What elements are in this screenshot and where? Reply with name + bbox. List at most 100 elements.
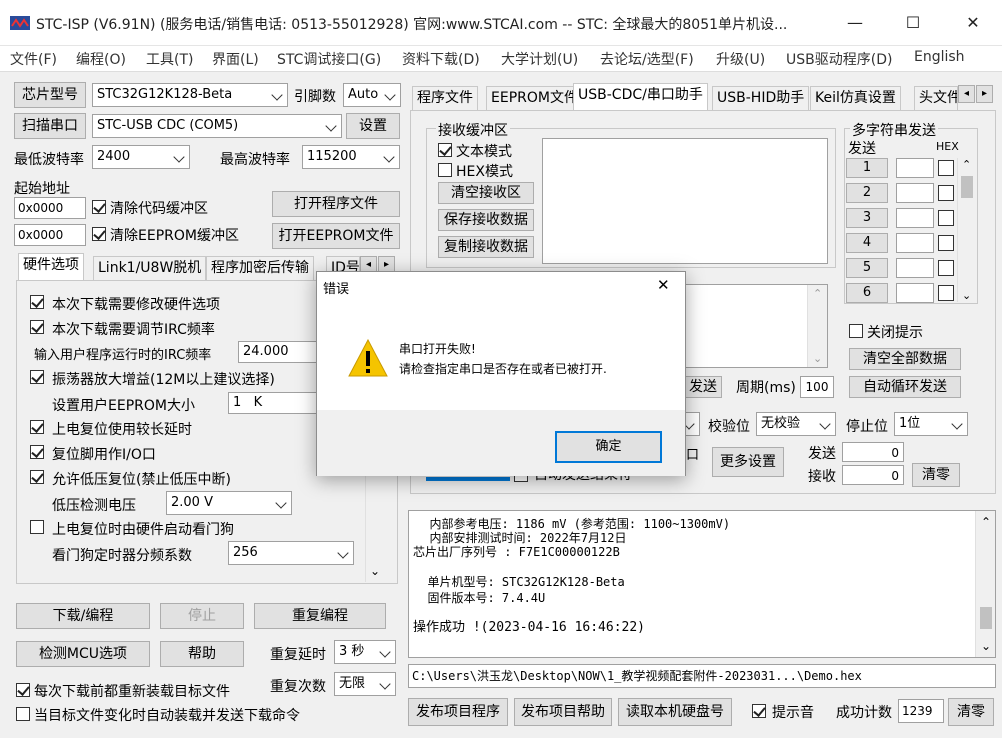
- menu-file[interactable]: 文件(F): [10, 49, 57, 69]
- code-address-input[interactable]: 0x0000: [14, 197, 86, 219]
- receive-textarea[interactable]: [542, 138, 828, 264]
- multi-hex-checkbox[interactable]: [938, 210, 954, 226]
- tab-eeprom-file[interactable]: EEPROM文件: [486, 86, 583, 110]
- multi-send-input[interactable]: [896, 208, 934, 228]
- menu-forum[interactable]: 去论坛/选型(F): [600, 49, 694, 69]
- multi-hex-checkbox[interactable]: [938, 285, 954, 301]
- scroll-down-icon[interactable]: ⌄: [962, 289, 971, 302]
- publish-program-button[interactable]: 发布项目程序: [408, 698, 508, 726]
- scroll-thumb[interactable]: [980, 607, 992, 629]
- clear-eeprom-checkbox[interactable]: [92, 227, 106, 241]
- scroll-down-icon[interactable]: ⌄: [370, 564, 380, 578]
- multi-send-input[interactable]: [896, 183, 934, 203]
- reload-each-checkbox[interactable]: [16, 683, 30, 697]
- parity-select[interactable]: 无校验: [756, 412, 836, 436]
- clear-code-checkbox[interactable]: [92, 200, 106, 214]
- hex-mode-checkbox[interactable]: [438, 163, 452, 177]
- minimize-button[interactable]: —: [832, 0, 878, 46]
- tab-link1-offline[interactable]: Link1/U8W脱机: [93, 256, 207, 280]
- multi-send-button[interactable]: 4: [846, 233, 888, 253]
- scroll-down-icon[interactable]: ⌄: [981, 639, 991, 653]
- multi-hex-checkbox[interactable]: [938, 260, 954, 276]
- open-serial-button-edge[interactable]: [426, 477, 510, 481]
- chip-model-button[interactable]: 芯片型号: [14, 82, 86, 108]
- right-tab-scroll-left-icon[interactable]: ◂: [958, 85, 975, 103]
- clear-success-count-button[interactable]: 清零: [948, 698, 994, 726]
- tab-keil-sim[interactable]: Keil仿真设置: [810, 86, 901, 110]
- scroll-up-icon[interactable]: ⌃: [981, 515, 991, 529]
- scroll-up-icon[interactable]: ⌃: [813, 287, 822, 300]
- auto-loop-send-button[interactable]: 自动循环发送: [849, 376, 961, 398]
- text-mode-checkbox[interactable]: [438, 143, 452, 157]
- port-select[interactable]: STC-USB CDC (COM5): [92, 114, 342, 138]
- multi-send-scrollbar[interactable]: ⌃ ⌄: [957, 158, 975, 302]
- scroll-down-icon[interactable]: ⌄: [813, 352, 822, 365]
- repeat-count-select[interactable]: 无限: [334, 672, 396, 696]
- multi-send-input[interactable]: [896, 158, 934, 178]
- stop-bits-select[interactable]: 1位: [894, 412, 968, 436]
- adjust-irc-checkbox[interactable]: [30, 320, 44, 334]
- clear-all-data-button[interactable]: 清空全部数据: [849, 348, 961, 370]
- menu-interface[interactable]: 界面(L): [212, 49, 259, 69]
- help-button[interactable]: 帮助: [160, 641, 244, 667]
- osc-gain-checkbox[interactable]: [30, 370, 44, 384]
- beep-checkbox[interactable]: [752, 704, 766, 718]
- port-settings-button[interactable]: 设置: [346, 113, 400, 139]
- copy-receive-button[interactable]: 复制接收数据: [438, 236, 534, 258]
- reset-pin-io-checkbox[interactable]: [30, 445, 44, 459]
- multi-send-input[interactable]: [896, 283, 934, 303]
- multi-hex-checkbox[interactable]: [938, 160, 954, 176]
- save-receive-button[interactable]: 保存接收数据: [438, 209, 534, 231]
- send-scrollbar[interactable]: ⌃ ⌄: [807, 285, 827, 367]
- read-disk-id-button[interactable]: 读取本机硬盘号: [618, 698, 732, 726]
- tab-usb-hid[interactable]: USB-HID助手: [712, 86, 810, 110]
- open-eeprom-file-button[interactable]: 打开EEPROM文件: [272, 223, 400, 249]
- multi-send-button[interactable]: 1: [846, 158, 888, 178]
- scan-port-button[interactable]: 扫描串口: [14, 113, 86, 139]
- stop-button[interactable]: 停止: [160, 603, 244, 629]
- low-voltage-select[interactable]: 2.00 V: [166, 491, 292, 515]
- menu-english[interactable]: English: [914, 49, 965, 65]
- tab-usb-cdc-serial[interactable]: USB-CDC/串口助手: [573, 83, 708, 110]
- multi-send-button[interactable]: 5: [846, 258, 888, 278]
- ok-button[interactable]: 确定: [555, 431, 662, 463]
- open-program-file-button[interactable]: 打开程序文件: [272, 191, 400, 217]
- clear-receive-button[interactable]: 清空接收区: [438, 182, 534, 204]
- multi-send-button[interactable]: 3: [846, 208, 888, 228]
- close-button[interactable]: ✕: [950, 0, 996, 46]
- chip-model-select[interactable]: STC32G12K128-Beta: [92, 83, 288, 107]
- auto-reload-checkbox[interactable]: [16, 707, 30, 721]
- scroll-thumb[interactable]: [961, 176, 973, 198]
- menu-program[interactable]: 编程(O): [76, 49, 126, 69]
- tab-hardware-options[interactable]: 硬件选项: [18, 253, 84, 280]
- send-data-button[interactable]: 发送: [684, 376, 722, 398]
- tab-encrypted-transfer[interactable]: 程序加密后传输: [206, 256, 314, 280]
- tab-header-file[interactable]: 头文件: [914, 86, 958, 110]
- publish-help-button[interactable]: 发布项目帮助: [514, 698, 612, 726]
- close-hint-checkbox[interactable]: [849, 324, 863, 338]
- dialog-close-button[interactable]: ✕: [657, 276, 670, 294]
- repeat-program-button[interactable]: 重复编程: [254, 603, 386, 629]
- period-input[interactable]: 100: [800, 376, 834, 398]
- tab-program-file[interactable]: 程序文件: [412, 86, 478, 110]
- irc-frequency-input[interactable]: 24.000: [238, 341, 318, 363]
- clear-counters-button[interactable]: 清零: [912, 463, 960, 487]
- eeprom-address-input[interactable]: 0x0000: [14, 224, 86, 246]
- menu-usb-driver[interactable]: USB驱动程序(D): [786, 49, 892, 69]
- detect-mcu-options-button[interactable]: 检测MCU选项: [16, 641, 150, 667]
- min-baud-select[interactable]: 2400: [92, 145, 190, 169]
- max-baud-select[interactable]: 115200: [302, 145, 400, 169]
- log-scrollbar[interactable]: ⌃ ⌄: [975, 511, 995, 657]
- pins-select[interactable]: Auto: [343, 83, 401, 107]
- multi-send-button[interactable]: 2: [846, 183, 888, 203]
- repeat-delay-select[interactable]: 3 秒: [334, 640, 396, 664]
- multi-send-button[interactable]: 6: [846, 283, 888, 303]
- hw-watchdog-checkbox[interactable]: [30, 520, 44, 534]
- menu-upgrade[interactable]: 升级(U): [716, 49, 765, 69]
- multi-send-input[interactable]: [896, 233, 934, 253]
- eeprom-size-select[interactable]: 1 K: [228, 392, 318, 414]
- menu-downloads[interactable]: 资料下载(D): [402, 49, 480, 69]
- download-program-button[interactable]: 下载/编程: [16, 603, 150, 629]
- multi-hex-checkbox[interactable]: [938, 235, 954, 251]
- multi-send-input[interactable]: [896, 258, 934, 278]
